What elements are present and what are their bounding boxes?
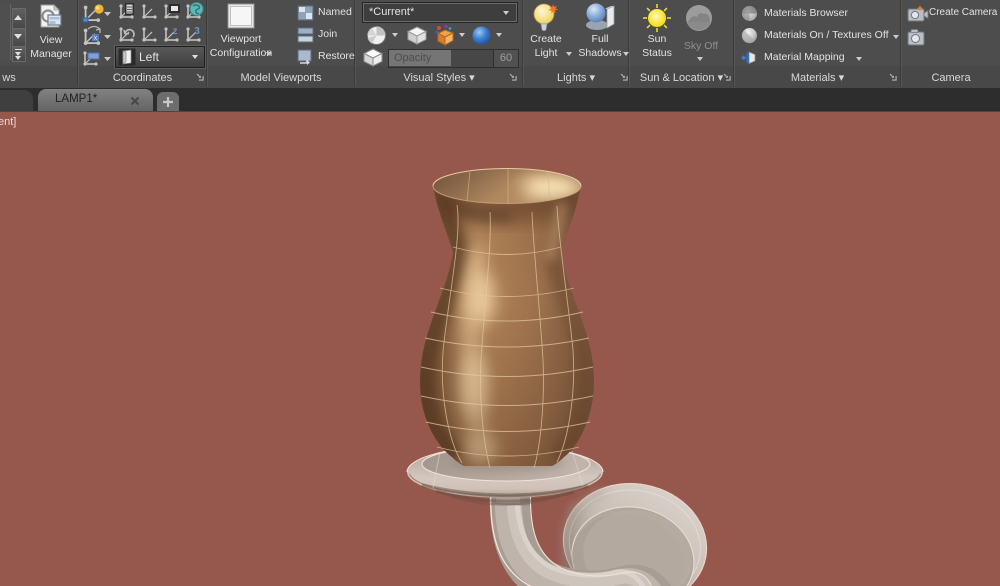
svg-text:3: 3: [194, 26, 200, 37]
svg-text:x: x: [94, 35, 98, 42]
svg-text:z: z: [173, 26, 178, 37]
